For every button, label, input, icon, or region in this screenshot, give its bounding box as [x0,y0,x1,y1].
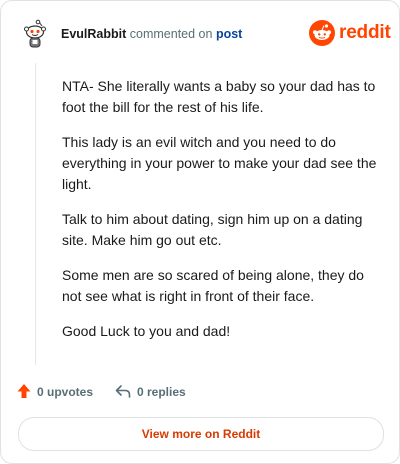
comment-header: EvulRabbit commented on post reddit [19,15,391,55]
comment-actions: 0 upvotes 0 replies [17,382,383,402]
comment-paragraph: Good Luck to you and dad! [62,323,231,339]
reddit-wordmark: reddit [339,22,391,43]
thread-line [35,63,36,365]
comment-paragraph: Some men are so scared of being alone, t… [62,267,364,304]
post-link[interactable]: post [216,27,242,41]
comment-paragraph: Talk to him about dating, sign him up on… [62,211,363,248]
reply-arrow-icon [115,384,137,401]
commented-on-label: commented on [129,27,213,41]
comment-embed-card: EvulRabbit commented on post reddit NTA-… [0,0,400,464]
comment-paragraph: This lady is an evil witch and you need … [62,134,377,192]
view-more-button[interactable]: View more on Reddit [18,417,384,451]
upvote-count: 0 upvotes [37,385,94,399]
reply-count: 0 replies [137,385,186,399]
upvote-arrow-icon [17,383,37,402]
username-link[interactable]: EvulRabbit [61,27,126,41]
comment-body: NTA- She literally wants a baby so your … [62,76,380,356]
comment-paragraph: NTA- She literally wants a baby so your … [62,78,376,115]
upvote-button[interactable]: 0 upvotes [17,382,93,402]
comment-byline: EvulRabbit commented on post [61,27,242,41]
snoo-avatar-icon[interactable] [19,17,53,51]
reply-button[interactable]: 0 replies [115,382,186,402]
reddit-brand[interactable]: reddit [309,20,391,46]
